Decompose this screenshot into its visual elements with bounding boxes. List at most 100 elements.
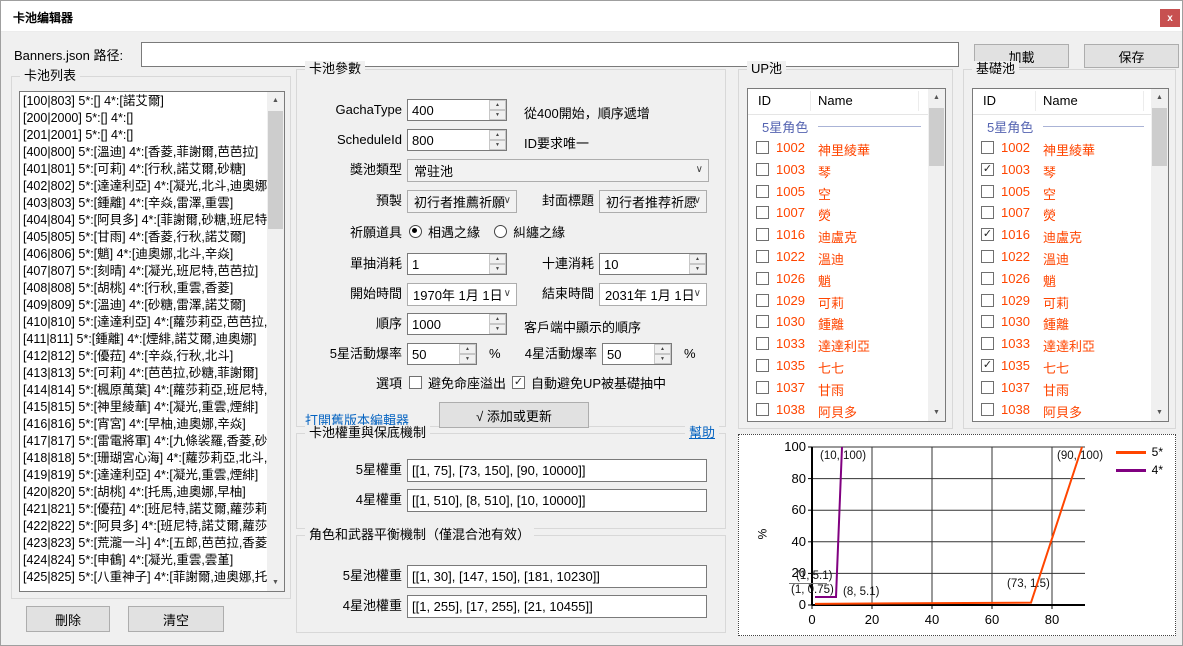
scroll-down-icon[interactable]: ▼ bbox=[267, 574, 284, 591]
pool-list-item[interactable]: [423|823] 5*:[荒瀧一斗] 4*:[五郎,芭芭拉,香菱] bbox=[20, 535, 267, 552]
column-id[interactable]: ID bbox=[983, 93, 996, 108]
pool-list-item[interactable]: [407|807] 5*:[刻晴] 4*:[凝光,班尼特,芭芭拉] bbox=[20, 263, 267, 280]
character-row[interactable]: 1029可莉 bbox=[973, 290, 1168, 312]
spin-up-icon[interactable]: ▲ bbox=[654, 344, 671, 354]
pool-list-item[interactable]: [410|810] 5*:[達達利亞] 4*:[蘿莎莉亞,芭芭拉,菲 bbox=[20, 314, 267, 331]
character-row[interactable]: 1035七七 bbox=[973, 355, 1168, 377]
close-button[interactable]: x bbox=[1160, 9, 1180, 27]
scroll-down-icon[interactable]: ▼ bbox=[928, 404, 945, 421]
cover-title-combobox[interactable]: 初行者推荐祈愿 ∨ bbox=[599, 190, 707, 213]
column-name[interactable]: Name bbox=[818, 93, 853, 108]
pool-type-combobox[interactable]: 常驻池 ∨ bbox=[407, 159, 709, 182]
character-checkbox[interactable] bbox=[756, 359, 769, 372]
pool-list-item[interactable]: [412|812] 5*:[優菈] 4*:[辛焱,行秋,北斗] bbox=[20, 348, 267, 365]
base-pool-listview[interactable]: ID Name 5星角色 1002神里綾華1003琴1005空1007熒1016… bbox=[972, 88, 1169, 422]
spin-down-icon[interactable]: ▼ bbox=[459, 354, 476, 364]
character-checkbox[interactable] bbox=[981, 185, 994, 198]
character-row[interactable]: 1037甘雨 bbox=[973, 377, 1168, 399]
spin-up-icon[interactable]: ▲ bbox=[489, 254, 506, 264]
pool-list-item[interactable]: [404|804] 5*:[阿貝多] 4*:[菲謝爾,砂糖,班尼特] bbox=[20, 212, 267, 229]
prefab-combobox[interactable]: 初行者推薦祈願 ∨ bbox=[407, 190, 517, 213]
pool-list-item[interactable]: [401|801] 5*:[可莉] 4*:[行秋,諾艾爾,砂糖] bbox=[20, 161, 267, 178]
character-row[interactable]: 1037甘雨 bbox=[748, 377, 945, 399]
pool-weight5-input[interactable] bbox=[407, 565, 707, 588]
character-checkbox[interactable] bbox=[756, 206, 769, 219]
option-auto-avoid-checkbox[interactable] bbox=[512, 376, 525, 389]
start-time-picker[interactable]: 1970年 1月 1日 ∨ bbox=[407, 283, 517, 306]
pool-list-item[interactable]: [413|813] 5*:[可莉] 4*:[芭芭拉,砂糖,菲謝爾] bbox=[20, 365, 267, 382]
character-checkbox[interactable] bbox=[981, 206, 994, 219]
spin-down-icon[interactable]: ▼ bbox=[689, 264, 706, 274]
character-row[interactable]: 1026魈 bbox=[748, 268, 945, 290]
pool-list-item[interactable]: [100|803] 5*:[] 4*:[諾艾爾] bbox=[20, 93, 267, 110]
pool-list-item[interactable]: [405|805] 5*:[甘雨] 4*:[香菱,行秋,諾艾爾] bbox=[20, 229, 267, 246]
character-checkbox[interactable] bbox=[756, 250, 769, 263]
character-checkbox[interactable] bbox=[981, 403, 994, 416]
single-cost-input[interactable]: ▲▼ bbox=[407, 253, 507, 275]
character-row[interactable]: 1033達達利亞 bbox=[973, 333, 1168, 355]
character-checkbox[interactable] bbox=[756, 272, 769, 285]
character-checkbox[interactable] bbox=[756, 185, 769, 198]
pool-list-item[interactable]: [416|816] 5*:[宵宮] 4*:[早柚,迪奧娜,辛焱] bbox=[20, 416, 267, 433]
character-checkbox[interactable] bbox=[756, 141, 769, 154]
pool-list-item[interactable]: [201|2001] 5*:[] 4*:[] bbox=[20, 127, 267, 144]
spin-up-icon[interactable]: ▲ bbox=[489, 100, 506, 110]
column-name[interactable]: Name bbox=[1043, 93, 1078, 108]
character-row[interactable]: 1035七七 bbox=[748, 355, 945, 377]
save-button[interactable]: 保存 bbox=[1084, 44, 1179, 68]
character-checkbox[interactable] bbox=[756, 228, 769, 241]
character-row[interactable]: 1007熒 bbox=[748, 202, 945, 224]
rate4-input[interactable]: ▲▼ bbox=[602, 343, 672, 365]
spin-up-icon[interactable]: ▲ bbox=[459, 344, 476, 354]
end-time-picker[interactable]: 2031年 1月 1日 ∨ bbox=[599, 283, 707, 306]
schedule-id-input[interactable]: ▲▼ bbox=[407, 129, 507, 151]
character-row[interactable]: 1016迪盧克 bbox=[748, 224, 945, 246]
wish-item-radio-2[interactable] bbox=[494, 225, 507, 238]
spin-down-icon[interactable]: ▼ bbox=[489, 110, 506, 120]
pool-list-item[interactable]: [425|825] 5*:[八重神子] 4*:[菲謝爾,迪奧娜,托 bbox=[20, 569, 267, 586]
pool-list-item[interactable]: [409|809] 5*:[溫迪] 4*:[砂糖,雷澤,諾艾爾] bbox=[20, 297, 267, 314]
character-checkbox[interactable] bbox=[981, 272, 994, 285]
scroll-up-icon[interactable]: ▲ bbox=[1151, 89, 1168, 106]
character-checkbox[interactable] bbox=[756, 381, 769, 394]
weight4-input[interactable] bbox=[407, 489, 707, 512]
order-input[interactable]: ▲▼ bbox=[407, 313, 507, 335]
character-row[interactable]: 1003琴 bbox=[748, 159, 945, 181]
base-pool-scrollbar[interactable]: ▲ ▼ bbox=[1151, 89, 1168, 421]
character-row[interactable]: 1016迪盧克 bbox=[973, 224, 1168, 246]
character-row[interactable]: 1003琴 bbox=[973, 159, 1168, 181]
pool-list-item[interactable]: [403|803] 5*:[鍾離] 4*:[辛焱,雷澤,重雲] bbox=[20, 195, 267, 212]
character-checkbox[interactable] bbox=[981, 337, 994, 350]
weight5-input[interactable] bbox=[407, 459, 707, 482]
pool-list-item[interactable]: [400|800] 5*:[溫迪] 4*:[香菱,菲謝爾,芭芭拉] bbox=[20, 144, 267, 161]
character-checkbox[interactable] bbox=[981, 250, 994, 263]
character-row[interactable]: 1002神里綾華 bbox=[748, 137, 945, 159]
pool-list-item[interactable]: [418|818] 5*:[珊瑚宮心海] 4*:[蘿莎莉亞,北斗,行 bbox=[20, 450, 267, 467]
character-checkbox[interactable] bbox=[981, 359, 994, 372]
character-checkbox[interactable] bbox=[981, 163, 994, 176]
column-id[interactable]: ID bbox=[758, 93, 771, 108]
character-checkbox[interactable] bbox=[981, 141, 994, 154]
up-pool-scrollbar[interactable]: ▲ ▼ bbox=[928, 89, 945, 421]
pool-listbox[interactable]: [100|803] 5*:[] 4*:[諾艾爾][200|2000] 5*:[]… bbox=[19, 91, 285, 592]
pool-list-item[interactable]: [415|815] 5*:[神里綾華] 4*:[凝光,重雲,煙緋] bbox=[20, 399, 267, 416]
character-row[interactable]: 1022溫迪 bbox=[748, 246, 945, 268]
pool-list-item[interactable]: [402|802] 5*:[達達利亞] 4*:[凝光,北斗,迪奧娜] bbox=[20, 178, 267, 195]
character-row[interactable]: 1033達達利亞 bbox=[748, 333, 945, 355]
character-row[interactable]: 1029可莉 bbox=[748, 290, 945, 312]
character-row[interactable]: 1038阿貝多 bbox=[748, 399, 945, 421]
pool-list-item[interactable]: [422|822] 5*:[阿貝多] 4*:[班尼特,諾艾爾,蘿莎 bbox=[20, 518, 267, 535]
character-row[interactable]: 1005空 bbox=[973, 181, 1168, 203]
pool-list-item[interactable]: [408|808] 5*:[胡桃] 4*:[行秋,重雲,香菱] bbox=[20, 280, 267, 297]
character-row[interactable]: 1002神里綾華 bbox=[973, 137, 1168, 159]
spin-up-icon[interactable]: ▲ bbox=[689, 254, 706, 264]
pool-list-item[interactable]: [406|806] 5*:[魈] 4*:[迪奧娜,北斗,辛焱] bbox=[20, 246, 267, 263]
character-row[interactable]: 1038阿貝多 bbox=[973, 399, 1168, 421]
delete-button[interactable]: 刪除 bbox=[26, 606, 110, 632]
spin-up-icon[interactable]: ▲ bbox=[489, 314, 506, 324]
up-pool-listview[interactable]: ID Name 5星角色 1002神里綾華1003琴1005空1007熒1016… bbox=[747, 88, 946, 422]
ten-cost-input[interactable]: ▲▼ bbox=[599, 253, 707, 275]
character-checkbox[interactable] bbox=[756, 163, 769, 176]
character-checkbox[interactable] bbox=[981, 315, 994, 328]
rate5-input[interactable]: ▲▼ bbox=[407, 343, 477, 365]
